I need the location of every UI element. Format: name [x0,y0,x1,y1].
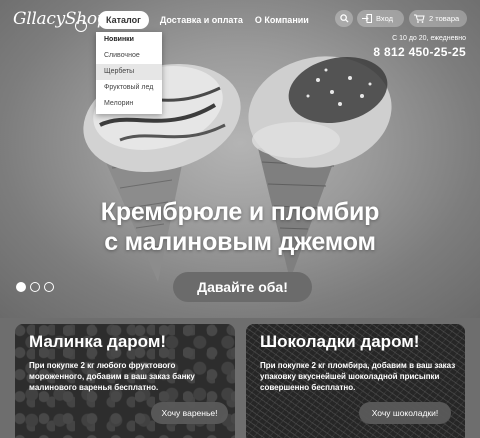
slider-dot-3[interactable] [44,282,54,292]
slider-dot-2[interactable] [30,282,40,292]
menu-item-sherbets[interactable]: Щербеты [96,64,162,80]
promo-card-raspberry: Малинка даром! При покупке 2 кг любого ф… [15,324,235,438]
working-hours: С 10 до 20, ежедневно [392,35,466,42]
menu-item-melorin[interactable]: Мелорин [96,96,162,112]
menu-item-fruit-ice[interactable]: Фруктовый лед [96,80,162,96]
cart-button[interactable]: 2 товара [409,10,467,27]
cart-icon [414,14,425,23]
hero-cta-button[interactable]: Давайте оба! [173,272,312,302]
hero-headline-line2: с малиновым джемом [104,228,376,256]
promo-card-chocolate: Шоколадки даром! При покупке 2 кг пломби… [246,324,465,438]
promo-text: При покупке 2 кг любого фруктового морож… [29,361,195,392]
logo[interactable]: GllacyShop [13,9,108,29]
login-label: Вход [376,14,393,23]
menu-item-new[interactable]: Новинки [96,32,162,48]
login-icon [362,14,372,23]
logo-icon [75,20,87,32]
promo-title: Шоколадки даром! [260,332,420,351]
promo-title: Малинка даром! [29,332,167,351]
slider-dot-1[interactable] [16,282,26,292]
search-button[interactable] [335,10,353,27]
hero-banner: GllacyShop Каталог Доставка и оплата О К… [0,0,480,318]
nav-catalog[interactable]: Каталог [98,11,149,29]
login-button[interactable]: Вход [357,10,404,27]
promo-text: При покупке 2 кг пломбира, добавим в ваш… [260,361,456,392]
nav-about[interactable]: О Компании [255,15,309,25]
cart-label: 2 товара [429,14,460,23]
phone-number[interactable]: 8 812 450-25-25 [373,45,466,59]
nav-delivery[interactable]: Доставка и оплата [160,15,243,25]
menu-item-creamy[interactable]: Сливочное [96,48,162,64]
promo-raspberry-button[interactable]: Хочу варенье! [151,402,228,424]
main-nav: Каталог Доставка и оплата О Компании [98,11,321,29]
hero-headline-line1: Крембрюле и пломбир [100,198,380,226]
catalog-dropdown: Новинки Сливочное Щербеты Фруктовый лед … [96,32,162,114]
search-icon [339,14,349,23]
slider-dots [16,282,58,292]
promo-chocolate-button[interactable]: Хочу шоколадки! [359,402,451,424]
